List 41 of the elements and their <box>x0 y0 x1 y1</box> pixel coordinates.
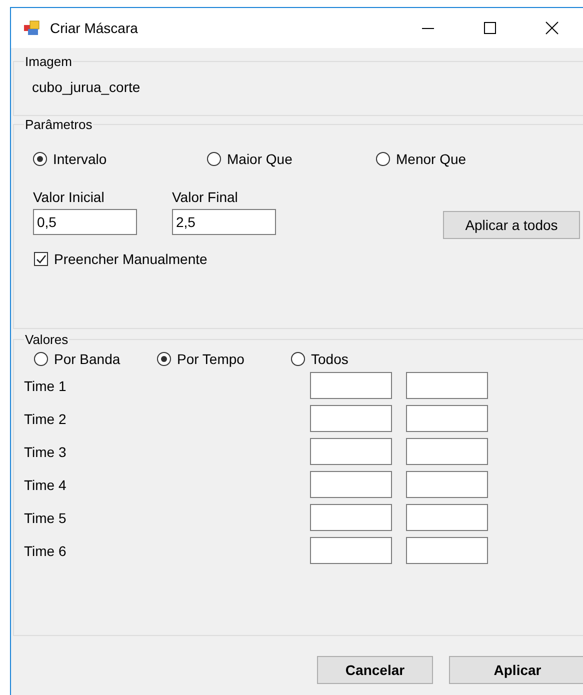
input-field[interactable] <box>310 405 392 432</box>
radio-option[interactable]: Maior Que <box>207 151 292 167</box>
input-field[interactable] <box>406 537 488 564</box>
image-name: cubo_jurua_corte <box>32 79 140 95</box>
input-field[interactable] <box>310 504 392 531</box>
input-field[interactable] <box>310 372 392 399</box>
row-label: Time 3 <box>24 444 68 460</box>
radio-option[interactable]: Por Banda <box>34 351 120 367</box>
cancel-button[interactable]: Cancelar <box>317 656 433 684</box>
input-field[interactable] <box>310 438 392 465</box>
input-field[interactable]: 2,5 <box>172 209 276 235</box>
close-icon[interactable] <box>545 21 559 35</box>
input-field[interactable] <box>406 438 488 465</box>
radio-option[interactable]: Menor Que <box>376 151 466 167</box>
input-field[interactable] <box>406 405 488 432</box>
radio-option[interactable]: Todos <box>291 351 348 367</box>
field-label: Valor Final <box>172 189 239 205</box>
maximize-icon[interactable] <box>483 21 497 35</box>
apply-all-button[interactable]: Aplicar a todos <box>443 211 580 239</box>
row-label: Time 2 <box>24 410 68 426</box>
input-field[interactable] <box>310 537 392 564</box>
input-field[interactable] <box>406 372 488 399</box>
apply-button[interactable]: Aplicar <box>449 656 583 684</box>
group-title: Imagem <box>24 54 73 69</box>
group-title: Parâmetros <box>24 117 94 132</box>
field-label: Valor Inicial <box>33 189 106 205</box>
input-field[interactable] <box>406 504 488 531</box>
window-title: Criar Máscara <box>50 20 138 36</box>
input-field[interactable]: 0,5 <box>33 209 137 235</box>
row-label: Time 5 <box>24 510 68 526</box>
check-icon <box>35 253 47 265</box>
radio-option[interactable]: Intervalo <box>33 151 107 167</box>
input-field[interactable] <box>310 471 392 498</box>
checkbox-option[interactable]: Preencher Manualmente <box>34 251 208 267</box>
radio-option[interactable]: Por Tempo <box>157 351 244 367</box>
app-icon <box>24 20 40 36</box>
group-title: Valores <box>24 332 70 347</box>
input-field[interactable] <box>406 471 488 498</box>
row-label: Time 6 <box>24 542 68 558</box>
row-label: Time 1 <box>24 378 68 394</box>
row-label: Time 4 <box>24 476 68 492</box>
